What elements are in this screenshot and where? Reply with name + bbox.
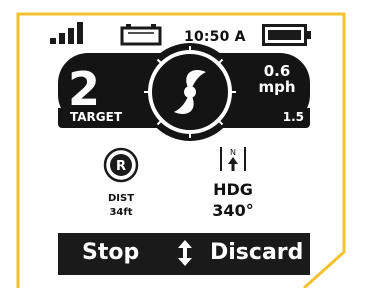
speed-unit: mph [258, 78, 296, 96]
stop-button[interactable]: Stop [82, 240, 139, 265]
compass-letter: N [230, 148, 236, 157]
signal-bars-icon [50, 22, 90, 44]
distance-value: 34ft [109, 207, 133, 218]
discard-button[interactable]: Discard [210, 240, 303, 265]
heading-label: HDG [213, 180, 253, 199]
target-label: TARGET [70, 110, 123, 124]
target-value: 1.5 [282, 110, 304, 124]
compass-north-icon: N [220, 147, 246, 171]
heading-value: 340° [212, 201, 254, 220]
propeller-dial-icon [141, 43, 239, 141]
up-down-arrow-icon[interactable] [176, 240, 194, 266]
record-icon: R [103, 147, 139, 183]
battery-full-icon [262, 24, 311, 46]
record-icon-letter: R [116, 159, 126, 174]
distance-label: DIST [107, 193, 135, 204]
